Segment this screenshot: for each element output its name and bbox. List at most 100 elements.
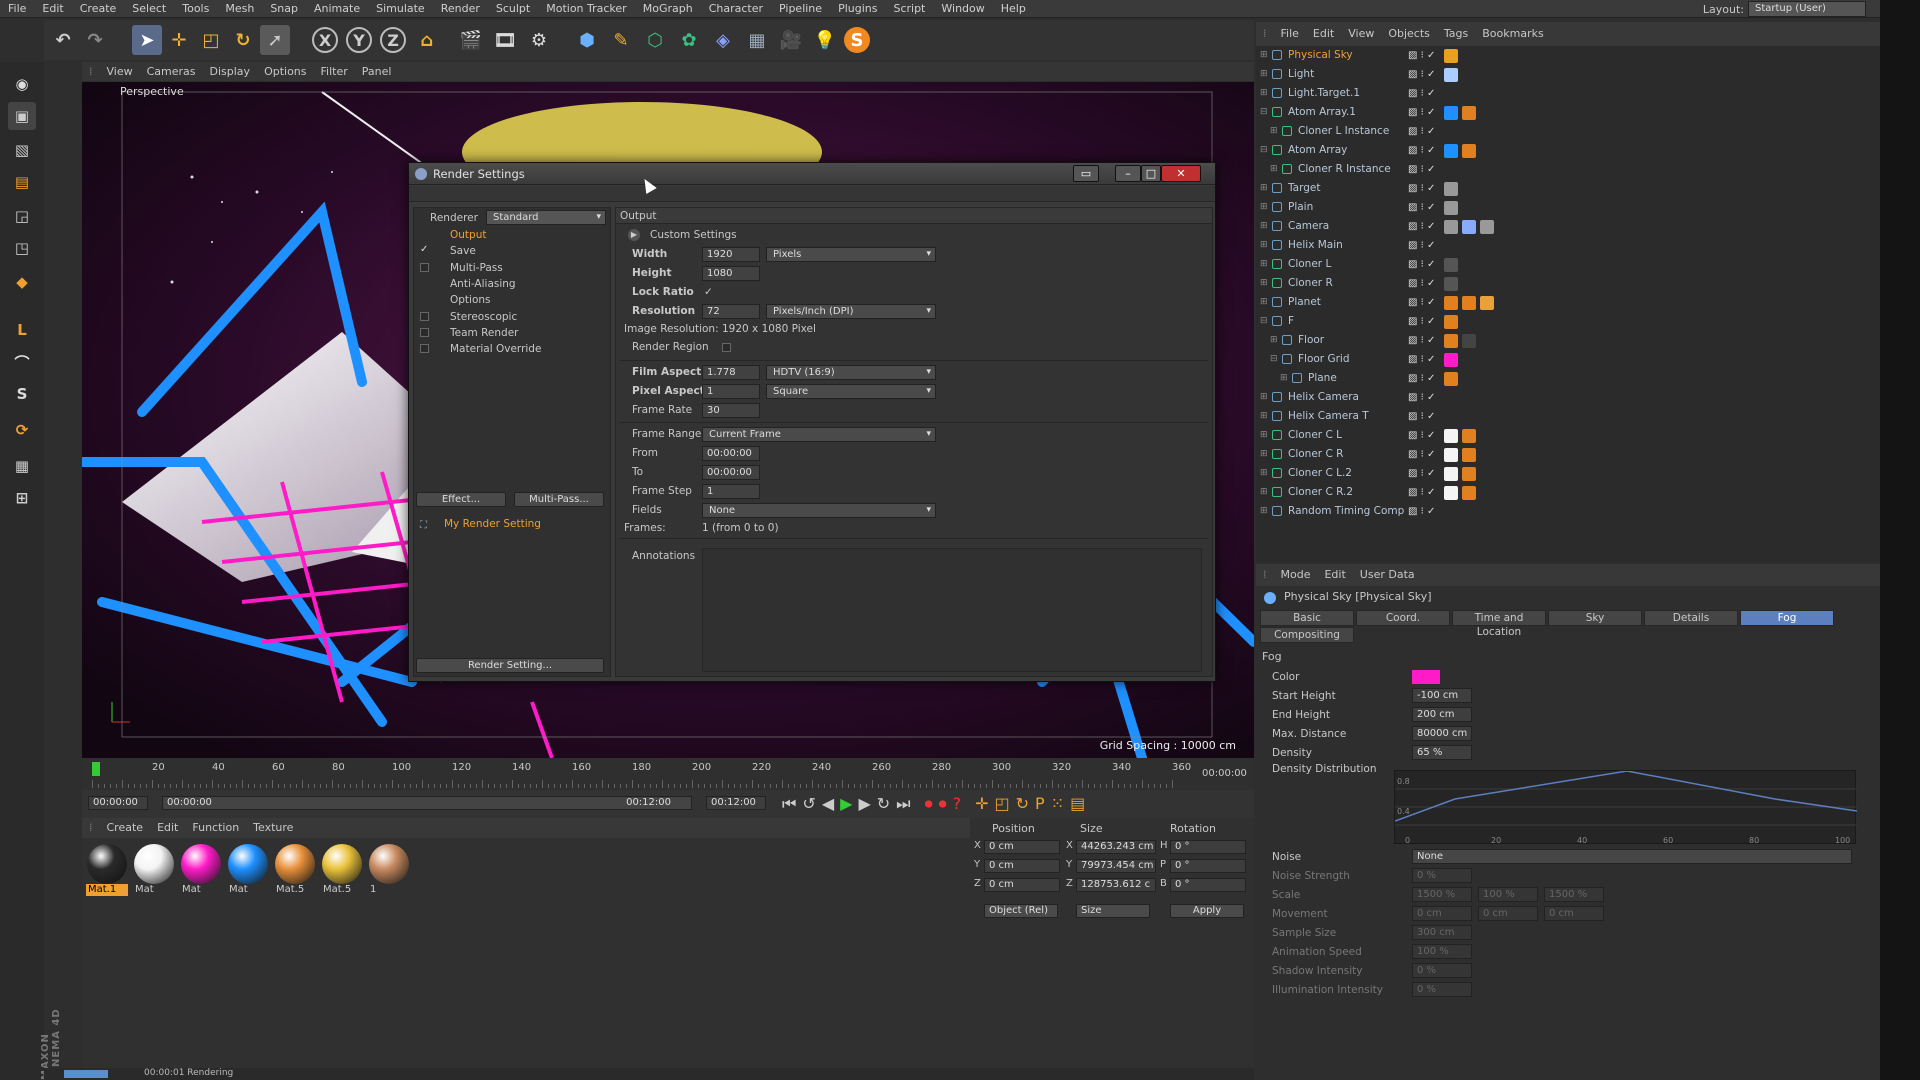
frame-rate-field[interactable]: 30 [702,403,760,418]
object-name[interactable]: Random Timing Comp [1288,502,1404,521]
rotation-h-field[interactable]: 0 ° [1170,840,1246,854]
prev-frame-icon[interactable]: ◀ [822,794,834,814]
expand-toggle-icon[interactable]: ⊞ [1260,445,1268,464]
visibility-toggles[interactable]: ▨ ⁝ ✓ [1408,179,1435,198]
points-mode-icon[interactable]: ◲ [8,202,36,230]
material-item[interactable]: Mat [227,844,269,898]
z-axis-icon[interactable]: Z [380,27,406,53]
visibility-toggles[interactable]: ▨ ⁝ ✓ [1408,103,1435,122]
object-tag[interactable] [1444,429,1458,443]
polygons-mode-icon[interactable]: ◆ [8,268,36,296]
object-tag[interactable] [1444,106,1458,120]
object-row[interactable]: ⊞ Camera ▨ ⁝ ✓ [1256,217,1856,236]
model-mode-icon[interactable]: ▣ [8,102,36,130]
apply-button[interactable]: Apply [1170,904,1244,918]
nav-checkbox[interactable] [420,311,429,321]
object-name[interactable]: Camera [1288,217,1329,236]
object-menu-view[interactable]: View [1341,22,1381,46]
film-aspect-dropdown[interactable]: HDTV (16:9) [766,365,936,380]
expand-toggle-icon[interactable]: ⊞ [1280,369,1288,388]
object-tag[interactable] [1480,296,1494,310]
menu-help[interactable]: Help [993,0,1034,18]
play-icon[interactable]: ▶ [840,794,852,814]
object-name[interactable]: F [1288,312,1294,331]
object-tag[interactable] [1444,448,1458,462]
height-field[interactable]: 1080 [702,266,760,281]
object-name[interactable]: Floor Grid [1298,350,1350,369]
object-row[interactable]: ⊞ Cloner C L ▨ ⁝ ✓ [1256,426,1856,445]
object-row[interactable]: ⊟ Atom Array ▨ ⁝ ✓ [1256,141,1856,160]
object-row[interactable]: ⊞ Cloner R Instance ▨ ⁝ ✓ [1256,160,1856,179]
material-item[interactable]: Mat.5 [274,844,316,898]
position-y-field[interactable]: 0 cm [984,859,1060,873]
material-item[interactable]: Mat.1 [86,844,128,898]
visibility-toggles[interactable]: ▨ ⁝ ✓ [1408,388,1435,407]
expand-toggle-icon[interactable]: ⊞ [1260,388,1268,407]
movement-field[interactable]: 0 cm [1412,906,1472,921]
density-field[interactable]: 65 % [1412,745,1472,760]
object-tag[interactable] [1462,220,1476,234]
dialog-titlebar[interactable]: Render Settings ▭ – □ ✕ [409,163,1215,185]
object-tag[interactable] [1444,467,1458,481]
goto-start-icon[interactable]: ⏮ [782,794,796,814]
object-tag[interactable] [1444,49,1458,63]
object-name[interactable]: Cloner C L [1288,426,1342,445]
make-editable-icon[interactable]: ◉ [8,70,36,98]
visibility-toggles[interactable]: ▨ ⁝ ✓ [1408,198,1435,217]
nav-check-icon[interactable]: ✓ [420,244,428,255]
object-name[interactable]: Target [1288,179,1320,198]
noise-dropdown[interactable]: None [1412,849,1852,864]
renderer-dropdown[interactable]: Standard [486,210,606,225]
layout-dropdown[interactable]: Startup (User) [1748,1,1866,17]
object-tag[interactable] [1462,296,1476,310]
visibility-toggles[interactable]: ▨ ⁝ ✓ [1408,350,1435,369]
lock-workplane-icon[interactable]: ⟳ [8,416,36,444]
visibility-toggles[interactable]: ▨ ⁝ ✓ [1408,84,1435,103]
attr-menu-edit[interactable]: Edit [1317,564,1352,586]
menu-script[interactable]: Script [885,0,933,18]
menu-pipeline[interactable]: Pipeline [771,0,830,18]
visibility-toggles[interactable]: ▨ ⁝ ✓ [1408,122,1435,141]
expand-toggle-icon[interactable]: ⊞ [1260,426,1268,445]
visibility-toggles[interactable]: ▨ ⁝ ✓ [1408,65,1435,84]
noise-field-3[interactable]: 1500 % [1544,887,1604,902]
multipass-button[interactable]: Multi-Pass... [514,492,604,507]
menu-snap[interactable]: Snap [262,0,306,18]
width-field[interactable]: 1920 [702,247,760,262]
object-row[interactable]: ⊞ Cloner L ▨ ⁝ ✓ [1256,255,1856,274]
range-slider[interactable]: 00:00:00 00:12:00 [162,796,692,810]
object-row[interactable]: ⊞ Plain ▨ ⁝ ✓ [1256,198,1856,217]
expand-toggle-icon[interactable]: ⊞ [1260,217,1268,236]
object-tag[interactable] [1462,467,1476,481]
size-y-field[interactable]: 79973.454 cm [1076,859,1156,873]
expand-toggle-icon[interactable]: ⊟ [1260,103,1268,122]
object-row[interactable]: ⊞ Light ▨ ⁝ ✓ [1256,65,1856,84]
visibility-toggles[interactable]: ▨ ⁝ ✓ [1408,46,1435,65]
key-position-icon[interactable]: ✛ [975,794,988,814]
visibility-toggles[interactable]: ▨ ⁝ ✓ [1408,331,1435,350]
nav-options[interactable]: Options [450,293,491,307]
key-param-icon[interactable]: P [1035,794,1045,814]
menu-animate[interactable]: Animate [306,0,368,18]
render-region-checkbox[interactable] [722,343,731,352]
viewport-menu-panel[interactable]: Panel [355,62,399,81]
expand-toggle-icon[interactable]: ⊞ [1260,65,1268,84]
workplane-icon[interactable]: ▤ [8,168,36,196]
object-tag[interactable] [1462,334,1476,348]
key-rotation-icon[interactable]: ↻ [1016,794,1029,814]
timeline-ruler[interactable]: 0204060801001201401601802002202402602803… [82,758,1254,790]
plugin-s-icon[interactable]: S [844,27,870,53]
move-tool-icon[interactable]: ✛ [164,25,194,55]
maximize-button[interactable]: □ [1141,165,1161,182]
nav-checkbox[interactable] [420,344,429,354]
nav-anti-aliasing[interactable]: Anti-Aliasing [450,277,516,291]
grid-icon[interactable]: ▦ [8,452,36,480]
expand-toggle-icon[interactable]: ⊞ [1260,407,1268,426]
start-time-field[interactable]: 00:00:00 [88,796,148,810]
coordinate-system-icon[interactable]: ⌂ [412,25,442,55]
from-field[interactable]: 00:00:00 [702,446,760,461]
undo-icon[interactable]: ↶ [48,25,78,55]
attr-menu-mode[interactable]: Mode [1274,564,1318,586]
close-button[interactable]: ✕ [1161,165,1201,182]
next-key-icon[interactable]: ↻ [877,794,890,814]
